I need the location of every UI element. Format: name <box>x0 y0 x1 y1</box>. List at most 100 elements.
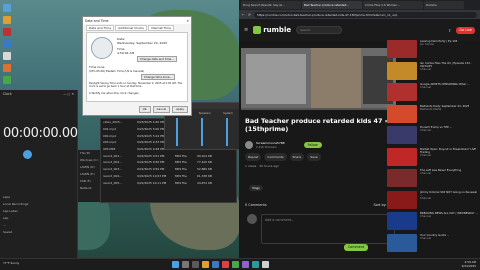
related-video-card[interactable]: Jimmy Kimmel Still NOT Going on Renewal … <box>387 190 480 210</box>
related-video-card[interactable]: Google ADMITS CENSORING Other ... Channel <box>387 83 480 102</box>
app-icon[interactable] <box>231 261 239 268</box>
apply-button[interactable]: Apply <box>172 106 188 113</box>
comments-button[interactable]: Comments <box>264 153 287 161</box>
nav-item[interactable]: Network <box>78 185 100 192</box>
category-tag[interactable]: Vlogs <box>249 185 263 191</box>
video-card-text: Your Country Guide ... Channel <box>420 234 449 253</box>
app-icon[interactable] <box>241 261 249 268</box>
channel-avatar[interactable] <box>245 141 253 149</box>
video-card-channel: Channel <box>420 196 432 201</box>
nav-item[interactable]: LAVEN (D:) <box>78 164 100 171</box>
nav-item[interactable]: USB (F:) <box>78 178 100 185</box>
video-player[interactable] <box>241 48 396 110</box>
rumble-logo[interactable]: rumble <box>253 26 291 34</box>
video-thumbnail[interactable] <box>387 212 417 230</box>
related-video-card[interactable]: BREAKING NEWS ALL DAY | WEDNESDAY ... Cha… <box>387 212 480 231</box>
search-input[interactable]: Search <box>296 26 343 34</box>
desktop-icon-folder[interactable] <box>3 16 11 24</box>
file-explorer-icon[interactable] <box>201 261 209 268</box>
edge-icon[interactable] <box>211 261 219 268</box>
desktop-icon-app[interactable] <box>3 28 11 36</box>
go-live-button[interactable]: Go Live <box>456 26 475 34</box>
settings-icon[interactable] <box>261 261 269 268</box>
clock-icon[interactable] <box>251 261 259 268</box>
change-timezone-button[interactable]: Change time zone... <box>141 74 176 80</box>
related-video-card[interactable]: The Left Lies Never Everything Channel <box>387 169 480 188</box>
volume-slider[interactable] <box>176 118 179 146</box>
change-date-time-button[interactable]: Change date and time... <box>137 56 177 62</box>
file-row[interactable]: record_002... 9/22/2025 9:56 PM MP4 File 77… <box>101 159 236 166</box>
video-actions: Repost Comments Share Save <box>245 153 395 162</box>
video-progress-bar[interactable] <box>241 108 396 110</box>
reload-icon[interactable]: ⟳ <box>248 13 251 17</box>
desktop-icon-recycle[interactable] <box>3 4 11 12</box>
related-video-card[interactable]: Badlands Daily: September 24, 2025 Badlan… <box>387 104 480 124</box>
desktop-icon-file[interactable] <box>3 52 11 60</box>
side-item[interactable]: Laps <box>3 195 10 199</box>
tab-internet-time[interactable]: Internet Time <box>147 25 175 31</box>
nav-item[interactable]: LAVEN (E:) <box>78 171 100 178</box>
file-row[interactable]: record_001... 9/22/2025 9:51 PM MP4 File 99… <box>101 152 236 159</box>
related-video-card[interactable]: Donald Trump vs THE ... Channel <box>387 126 480 145</box>
video-thumbnail[interactable] <box>387 104 417 123</box>
browser-tab[interactable]: Crime Files 2.0 Woman... <box>363 1 423 9</box>
tab-additional-clocks[interactable]: Additional Clocks <box>115 25 147 31</box>
upload-icon[interactable]: ⇪ <box>448 28 451 33</box>
side-item[interactable]: Lap <box>3 216 8 220</box>
video-thumbnail[interactable] <box>387 61 417 80</box>
comment-submit-button[interactable]: Comment <box>344 244 369 251</box>
video-thumbnail[interactable] <box>387 233 417 252</box>
desktop-icon-app[interactable] <box>3 64 11 72</box>
time-value: 4:59:04 AM <box>117 51 135 55</box>
video-thumbnail[interactable] <box>387 190 417 209</box>
play-button[interactable] <box>23 150 32 159</box>
side-item[interactable]: Saved <box>3 230 12 234</box>
nav-item[interactable]: This PC <box>78 150 100 157</box>
related-video-card[interactable]: Leaving Dem Party | Ep 106 Jon Sorson <box>387 40 480 59</box>
file-cell: 61,338 KB <box>197 173 212 178</box>
follow-button[interactable]: Follow <box>303 142 322 148</box>
browser-tab-active[interactable]: Bad Teacher produce retarded... <box>302 1 362 9</box>
url-input[interactable]: https://rumble.com/v2xx-bad-teacher-prod… <box>253 11 477 18</box>
video-thumbnail[interactable] <box>387 126 417 144</box>
video-thumbnail[interactable] <box>387 147 417 166</box>
desktop-icon-app[interactable] <box>3 76 11 84</box>
save-button[interactable]: Save <box>307 153 321 161</box>
weather-widget[interactable]: 77°F Sunny <box>3 261 19 265</box>
repost-button[interactable]: Repost <box>245 153 262 161</box>
desktop-icon-app[interactable] <box>3 40 11 48</box>
file-row[interactable]: record_004... 9/22/2025 10:03 PM MP4 File 6… <box>101 173 236 180</box>
video-thumbnail[interactable] <box>387 83 417 101</box>
comment-input[interactable]: Add a comment... <box>261 214 395 244</box>
side-item[interactable]: Local Recordings <box>3 202 28 206</box>
side-item[interactable]: ... <box>3 223 6 227</box>
file-row[interactable]: record_003... 9/22/2025 9:59 PM MP4 File 52… <box>101 166 236 173</box>
side-item[interactable]: Lap Label <box>3 209 17 213</box>
system-tray-clock[interactable]: 4:59 AM 9/24/2025 <box>462 260 476 268</box>
share-button[interactable]: Share <box>289 153 305 161</box>
ok-button[interactable]: OK <box>138 106 151 113</box>
menu-icon[interactable]: ≡ <box>244 27 248 33</box>
video-thumbnail[interactable] <box>387 169 417 187</box>
nav-item[interactable]: Windows (C:) <box>78 157 100 164</box>
search-icon[interactable] <box>181 261 189 268</box>
close-icon[interactable]: ✕ <box>186 19 189 23</box>
volume-slider[interactable] <box>200 118 203 146</box>
start-icon[interactable] <box>171 261 179 268</box>
volume-slider[interactable] <box>225 118 228 146</box>
weather-temp: 77°F <box>3 261 10 265</box>
browser-tab[interactable]: Rumble <box>424 1 464 9</box>
task-view-icon[interactable] <box>191 261 199 268</box>
file-row[interactable]: record_005... 9/22/2025 10:11 PM MP4 File 4… <box>101 179 236 186</box>
browser-tab[interactable]: Drug Search Results: Say Gi... <box>241 1 301 9</box>
back-icon[interactable]: ← <box>242 13 245 17</box>
related-video-card[interactable]: Ian Corbie Files The Oil | Episode 132 -… <box>387 61 480 81</box>
chrome-icon[interactable] <box>221 261 229 268</box>
tab-date-time[interactable]: Date and Time <box>86 25 115 31</box>
related-video-card[interactable]: Your Country Guide ... Channel <box>387 233 480 253</box>
related-video-card[interactable]: Market Open: Buyout or Breakdown? LIVE T… <box>387 147 480 167</box>
cancel-button[interactable]: Cancel <box>152 106 171 113</box>
window-controls[interactable]: — ▢ ✕ <box>63 92 74 96</box>
notify-checkbox[interactable]: ☑ Notify me when the clock changes <box>89 91 139 95</box>
video-thumbnail[interactable] <box>387 40 417 58</box>
